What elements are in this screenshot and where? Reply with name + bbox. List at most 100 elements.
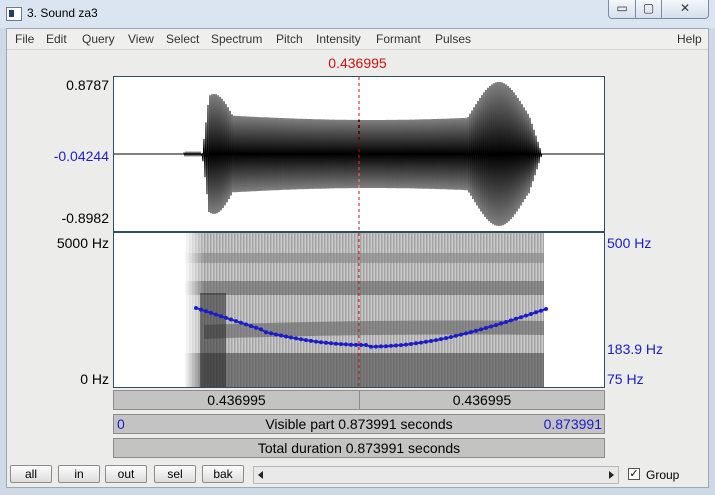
total-duration-bar[interactable]: Total duration 0.873991 seconds	[113, 438, 605, 458]
menu-bar: File Edit Query View Select Spectrum Pit…	[7, 29, 708, 50]
menu-pitch[interactable]: Pitch	[276, 32, 303, 46]
pitch-point	[224, 315, 228, 320]
pitch-point	[449, 335, 453, 339]
pitch-point	[379, 344, 383, 349]
pitch-point	[299, 337, 303, 342]
pitch-point	[339, 342, 343, 347]
pitch-bottom-label: 75 Hz	[607, 371, 644, 387]
minimize-icon: ▭	[616, 1, 628, 15]
visible-part-bar[interactable]: 0 Visible part 0.873991 seconds 0.873991	[113, 414, 605, 434]
pitch-point	[544, 307, 548, 311]
pitch-point	[304, 338, 308, 343]
pitch-point	[499, 321, 503, 326]
window-title: 3. Sound za3	[27, 6, 98, 20]
pitch-point	[424, 339, 428, 344]
menu-select[interactable]: Select	[166, 32, 199, 46]
spectrogram-image	[184, 233, 544, 387]
waveform-min-label: -0.8982	[61, 210, 109, 226]
pitch-point	[434, 338, 438, 343]
scroll-left-icon	[258, 471, 263, 479]
menu-query[interactable]: Query	[82, 32, 115, 46]
pitch-point	[369, 344, 373, 349]
pitch-point	[219, 314, 223, 319]
zoom-all-button[interactable]: all	[10, 465, 52, 483]
menu-spectrum[interactable]: Spectrum	[211, 32, 262, 46]
menu-file[interactable]: File	[15, 32, 34, 46]
visible-part-label: Visible part 0.873991 seconds	[265, 416, 453, 432]
menu-help[interactable]: Help	[677, 32, 702, 46]
pitch-point	[314, 339, 318, 344]
pitch-point	[244, 322, 248, 327]
pitch-point	[249, 324, 253, 329]
pitch-point	[394, 343, 398, 348]
waveform-cursor-value-label: -0.04244	[53, 148, 109, 164]
pitch-point	[529, 312, 533, 316]
spectrogram-bottom-frequency-label: 0 Hz	[80, 371, 109, 387]
spectrogram-panel[interactable]	[113, 232, 605, 388]
scroll-right-icon	[609, 471, 614, 479]
pitch-point	[274, 332, 278, 337]
minimize-button[interactable]: ▭	[608, 0, 636, 19]
pitch-point	[239, 320, 243, 325]
pitch-point	[229, 317, 233, 322]
time-segment-right[interactable]: 0.436995	[360, 391, 604, 409]
zoom-back-button[interactable]: bak	[202, 465, 244, 483]
pitch-point	[334, 341, 338, 346]
pitch-point	[514, 316, 518, 321]
pitch-point	[234, 319, 238, 324]
pitch-point	[214, 312, 218, 317]
zoom-selection-button[interactable]: sel	[154, 465, 196, 483]
pitch-point	[539, 308, 543, 313]
time-segment-left[interactable]: 0.436995	[114, 391, 360, 409]
pitch-point	[259, 327, 263, 332]
pitch-point	[414, 341, 418, 346]
pitch-point	[479, 327, 483, 332]
pitch-point	[349, 342, 353, 347]
pitch-point	[399, 343, 403, 348]
pitch-point	[534, 310, 538, 315]
zoom-in-button[interactable]: in	[58, 465, 100, 483]
pitch-point	[199, 307, 203, 312]
pitch-point	[404, 342, 408, 347]
pitch-point	[384, 344, 388, 349]
pitch-point	[484, 326, 488, 330]
waveform-panel[interactable]	[113, 76, 605, 232]
pitch-point	[389, 343, 393, 348]
menu-intensity[interactable]: Intensity	[316, 32, 361, 46]
pitch-point	[444, 336, 448, 341]
pitch-point	[364, 343, 368, 347]
pitch-point	[439, 337, 443, 342]
zoom-out-button[interactable]: out	[105, 465, 147, 483]
pitch-point	[489, 324, 493, 329]
pitch-top-label: 500 Hz	[607, 235, 652, 251]
horizontal-scrollbar[interactable]	[253, 466, 619, 484]
pitch-point	[409, 342, 413, 346]
menu-view[interactable]: View	[128, 32, 154, 46]
pitch-cursor-value-label: 183.9 Hz	[607, 341, 664, 357]
menu-edit[interactable]: Edit	[46, 32, 67, 46]
pitch-point	[524, 313, 528, 318]
group-label: Group	[646, 468, 680, 482]
pitch-point	[519, 315, 523, 320]
pitch-point	[469, 330, 473, 335]
pitch-point	[329, 341, 333, 346]
group-checkbox[interactable]: ✓	[628, 468, 640, 480]
menu-pulses[interactable]: Pulses	[435, 32, 471, 46]
pitch-point	[359, 343, 363, 347]
pitch-point	[459, 332, 463, 337]
close-button[interactable]: ✕	[661, 0, 709, 19]
pitch-point	[269, 331, 273, 336]
pitch-point	[429, 339, 433, 343]
pitch-point	[279, 333, 283, 338]
menu-formant[interactable]: Formant	[376, 32, 421, 46]
selection-time-bar[interactable]: 0.436995 0.436995	[113, 390, 605, 410]
app-icon	[6, 7, 22, 21]
maximize-button[interactable]: ▢	[635, 0, 662, 19]
pitch-point	[419, 340, 423, 345]
pitch-point	[254, 325, 258, 330]
cursor-time-label: 0.436995	[328, 55, 387, 71]
pitch-point	[464, 331, 468, 336]
maximize-icon: ▢	[642, 1, 655, 15]
pitch-point	[319, 340, 323, 345]
pitch-point	[209, 310, 213, 315]
